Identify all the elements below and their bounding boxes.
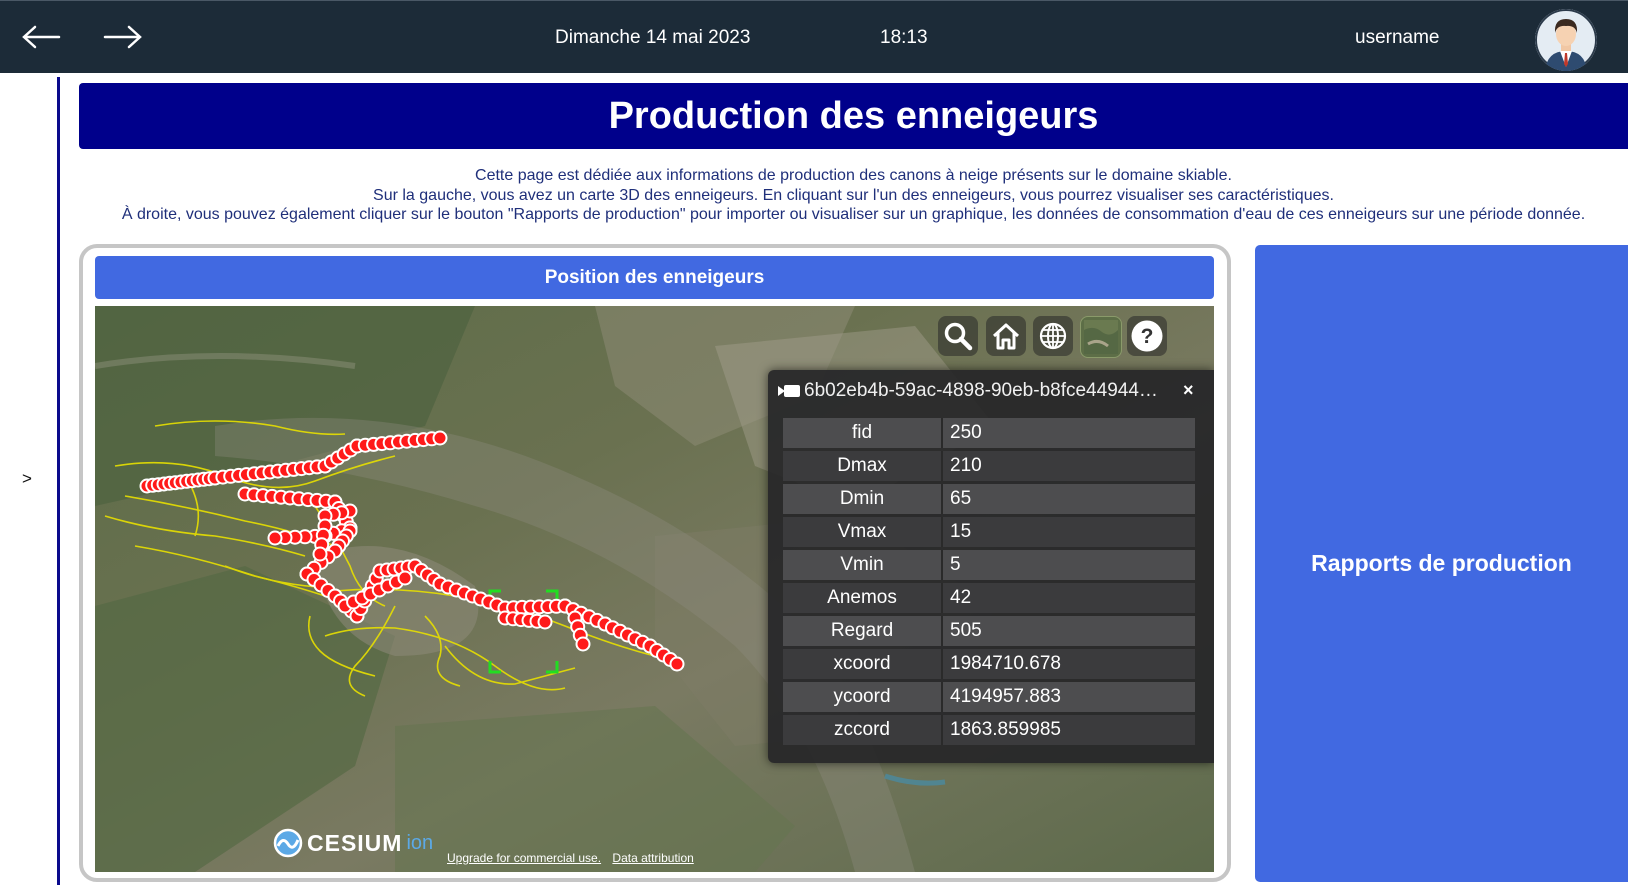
side-panel-toggle[interactable]: > (22, 469, 32, 489)
table-row: Dmin 65 (783, 484, 1195, 514)
attribute-value: 250 (943, 418, 1195, 448)
snow-gun-marker[interactable] (397, 570, 413, 586)
page-title-banner: Production des enneigeurs (79, 83, 1628, 149)
snow-gun-marker[interactable] (575, 636, 591, 652)
attribute-name: fid (783, 418, 943, 448)
snow-gun-marker[interactable] (537, 614, 553, 630)
cesium-map-viewer[interactable]: ? 6b02eb4b-59ac-4898-90eb-b8fce44944… × … (95, 306, 1214, 872)
table-row: zccord 1863.859985 (783, 715, 1195, 745)
attribute-name: zccord (783, 715, 943, 745)
table-row: Vmax 15 (783, 517, 1195, 547)
map-header: Position des enneigeurs (95, 256, 1214, 299)
cesium-logo-suffix: ion (406, 831, 434, 854)
intro-line: À droite, vous pouvez également cliquer … (121, 206, 1586, 223)
page-intro: Cette page est dédiée aux informations d… (79, 166, 1628, 225)
attribute-name: ycoord (783, 682, 943, 712)
attribute-name: Anemos (783, 583, 943, 613)
side-panel: > (0, 77, 60, 885)
attribute-name: xcoord (783, 649, 943, 679)
table-row: Regard 505 (783, 616, 1195, 646)
table-row: ycoord 4194957.883 (783, 682, 1195, 712)
feature-id: 6b02eb4b-59ac-4898-90eb-b8fce44944… (804, 380, 1158, 401)
table-row: fid 250 (783, 418, 1195, 448)
current-time: 18:13 (880, 27, 928, 48)
close-icon[interactable]: × (1183, 380, 1194, 401)
base-layer-picker-icon[interactable] (1080, 316, 1122, 358)
attribute-name: Vmax (783, 517, 943, 547)
attribute-value: 505 (943, 616, 1195, 646)
username-label[interactable]: username (1355, 27, 1440, 49)
attribute-name: Dmax (783, 451, 943, 481)
attribute-value: 210 (943, 451, 1195, 481)
attribute-name: Dmin (783, 484, 943, 514)
attribute-value: 1863.859985 (943, 715, 1195, 745)
attribute-value: 1984710.678 (943, 649, 1195, 679)
table-row: Dmax 210 (783, 451, 1195, 481)
feature-info-box: 6b02eb4b-59ac-4898-90eb-b8fce44944… × fi… (768, 370, 1214, 763)
user-avatar-icon[interactable] (1535, 9, 1597, 71)
feature-attributes-table: fid 250 Dmax 210 Dmin 65 Vmax 15 Vmin 5 Anemo… (783, 415, 1195, 748)
page-title: Production des enneigeurs (608, 94, 1099, 137)
attribute-value: 15 (943, 517, 1195, 547)
attribute-value: 65 (943, 484, 1195, 514)
table-row: xcoord 1984710.678 (783, 649, 1195, 679)
current-date: Dimanche 14 mai 2023 (555, 27, 751, 48)
snow-gun-marker[interactable] (267, 530, 283, 546)
snow-gun-marker[interactable] (669, 656, 685, 672)
top-bar: Dimanche 14 mai 2023 18:13 username (0, 0, 1628, 73)
table-row: Vmin 5 (783, 550, 1195, 580)
map-credits: Upgrade for commercial use. Data attribu… (447, 851, 702, 865)
intro-line: Sur la gauche, vous avez un carte 3D des… (373, 186, 1334, 204)
snow-gun-marker[interactable] (432, 430, 448, 446)
home-icon[interactable] (986, 316, 1026, 356)
attribute-value: 5 (943, 550, 1195, 580)
attribute-value: 42 (943, 583, 1195, 613)
attribute-name: Regard (783, 616, 943, 646)
intro-line: Cette page est dédiée aux informations d… (475, 167, 1232, 184)
table-row: Anemos 42 (783, 583, 1195, 613)
cesium-logo-text: CESIUM (307, 829, 403, 856)
data-attribution-link[interactable]: Data attribution (612, 851, 693, 865)
back-arrow-icon[interactable] (17, 13, 65, 61)
search-icon[interactable] (938, 316, 978, 356)
forward-arrow-icon[interactable] (99, 13, 147, 61)
production-reports-button[interactable]: Rapports de production (1255, 245, 1628, 882)
upgrade-link[interactable]: Upgrade for commercial use. (447, 851, 601, 865)
globe-icon[interactable] (1033, 316, 1073, 356)
help-icon[interactable]: ? (1127, 316, 1167, 356)
svg-text:?: ? (1141, 325, 1154, 348)
attribute-name: Vmin (783, 550, 943, 580)
feature-info-title: 6b02eb4b-59ac-4898-90eb-b8fce44944… (778, 376, 1173, 406)
attribute-value: 4194957.883 (943, 682, 1195, 712)
cesium-logo-icon (273, 828, 303, 858)
camera-icon[interactable] (778, 383, 800, 399)
snow-gun-marker[interactable] (312, 546, 328, 562)
cesium-ion-logo[interactable]: CESIUM ion (273, 828, 433, 858)
